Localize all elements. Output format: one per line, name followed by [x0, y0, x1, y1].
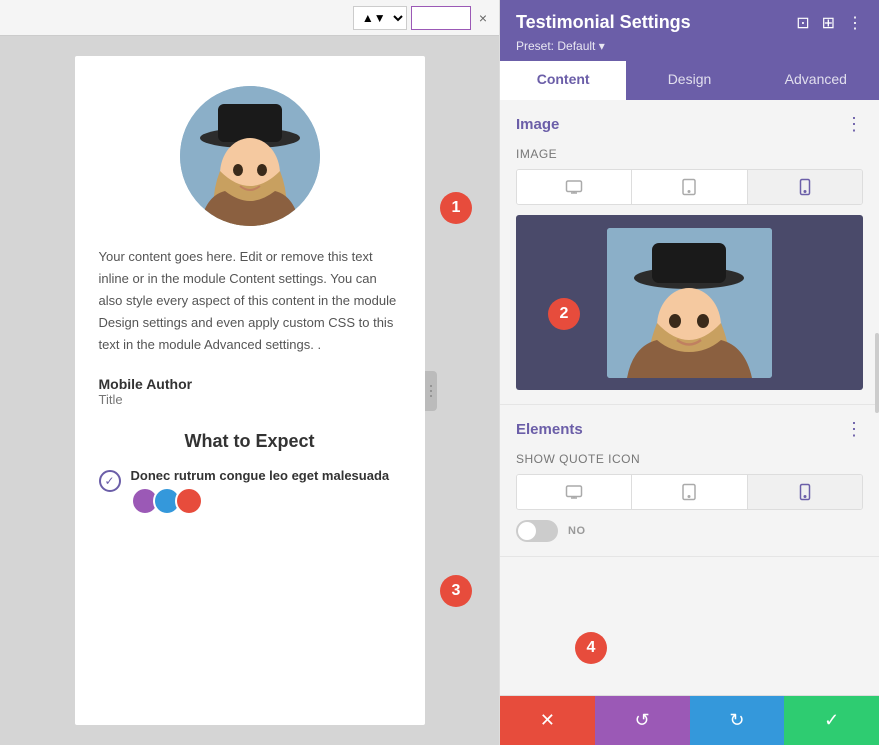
show-quote-label: Show Quote Icon	[516, 452, 863, 466]
image-section: Image ⋮ Image	[500, 100, 879, 405]
columns-icon[interactable]: ⊞	[822, 13, 835, 33]
panel-tabs: Content Design Advanced	[500, 61, 879, 100]
portrait-image	[180, 86, 320, 226]
tab-advanced[interactable]: Advanced	[753, 61, 879, 100]
width-input[interactable]: 400px	[411, 6, 471, 30]
image-section-menu-icon[interactable]: ⋮	[845, 114, 863, 135]
list-item-text: Donec rutrum congue leo eget malesuada	[131, 468, 390, 483]
panel-title-row: Testimonial Settings ⊡ ⊞ ⋮	[516, 12, 863, 33]
desktop-view-button[interactable]	[517, 170, 632, 204]
tab-design[interactable]: Design	[626, 61, 752, 100]
scroll-indicator	[875, 333, 879, 413]
avatar-3	[175, 487, 203, 515]
quote-tablet-button[interactable]	[632, 475, 747, 509]
elements-section: Elements ⋮ Show Quote Icon	[500, 405, 879, 557]
list-item: ✓ Donec rutrum congue leo eget malesuada	[99, 468, 401, 515]
avatar-row	[131, 487, 390, 515]
canvas-area: ▲▼ 400px ×	[0, 0, 499, 745]
cancel-button[interactable]: ✕	[500, 696, 595, 745]
image-section-title-row: Image ⋮	[516, 114, 863, 135]
image-field-label: Image	[516, 147, 863, 161]
quote-desktop-button[interactable]	[517, 475, 632, 509]
reset-button[interactable]: ↺	[595, 696, 690, 745]
panel-preset[interactable]: Preset: Default ▾	[516, 39, 863, 53]
panel-title: Testimonial Settings	[516, 12, 691, 33]
quote-toggle-switch[interactable]	[516, 520, 558, 542]
canvas-content: Your content goes here. Edit or remove t…	[0, 36, 499, 745]
elements-section-title: Elements	[516, 421, 583, 438]
author-name: Mobile Author	[99, 376, 401, 392]
check-icon: ✓	[99, 470, 121, 492]
author-title: Title	[99, 392, 401, 407]
panel-body: Image ⋮ Image	[500, 100, 879, 695]
canvas-toolbar: ▲▼ 400px ×	[0, 0, 499, 36]
more-icon[interactable]: ⋮	[847, 13, 863, 33]
panel-header-icons: ⊡ ⊞ ⋮	[796, 13, 863, 33]
portrait-container	[99, 86, 401, 226]
elements-section-title-row: Elements ⋮	[516, 419, 863, 440]
close-width-button[interactable]: ×	[475, 8, 491, 28]
section-heading: What to Expect	[99, 431, 401, 452]
module-card: Your content goes here. Edit or remove t…	[75, 56, 425, 725]
tablet-view-button[interactable]	[632, 170, 747, 204]
expand-icon[interactable]: ⊡	[796, 13, 809, 33]
save-button[interactable]: ✓	[784, 696, 879, 745]
action-bar: ✕ ↺ ↻ ✓	[500, 695, 879, 745]
body-text: Your content goes here. Edit or remove t…	[99, 246, 401, 356]
image-responsive-toggle	[516, 169, 863, 205]
redo-button[interactable]: ↻	[690, 696, 785, 745]
image-preview-inner	[607, 228, 772, 378]
handle-dots	[430, 385, 432, 397]
tab-content[interactable]: Content	[500, 61, 626, 100]
image-preview[interactable]	[516, 215, 863, 390]
device-select[interactable]: ▲▼	[353, 6, 407, 30]
toggle-label: NO	[568, 525, 586, 537]
quote-mobile-button[interactable]	[748, 475, 862, 509]
toggle-row: NO	[516, 520, 863, 542]
quote-responsive-toggle	[516, 474, 863, 510]
toggle-knob	[518, 522, 536, 540]
settings-panel: Testimonial Settings ⊡ ⊞ ⋮ Preset: Defau…	[499, 0, 879, 745]
panel-header: Testimonial Settings ⊡ ⊞ ⋮ Preset: Defau…	[500, 0, 879, 61]
image-section-title: Image	[516, 116, 559, 133]
resize-handle[interactable]	[425, 371, 437, 411]
mobile-view-button[interactable]	[748, 170, 862, 204]
elements-section-menu-icon[interactable]: ⋮	[845, 419, 863, 440]
